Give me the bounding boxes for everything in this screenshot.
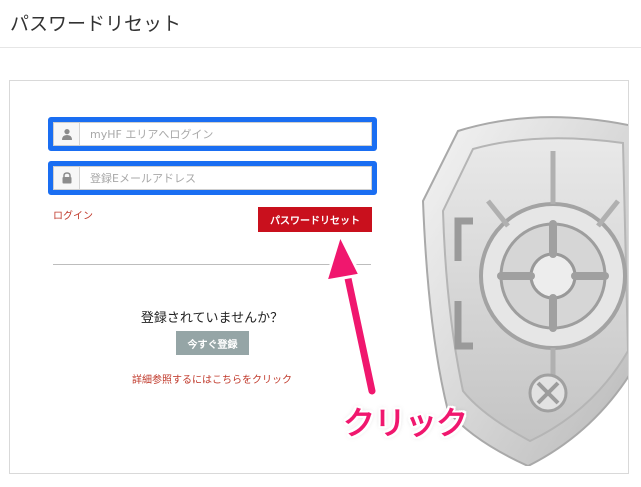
click-annotation-label: クリック bbox=[343, 404, 468, 442]
login-link[interactable]: ログイン bbox=[53, 207, 93, 222]
page-title: パスワードリセット bbox=[10, 13, 182, 35]
reset-panel: ログイン パスワードリセット 登録されていませんか？ 今すぐ登録 詳細参照するに… bbox=[9, 80, 629, 474]
password-reset-button[interactable]: パスワードリセット bbox=[258, 207, 372, 232]
email-field bbox=[53, 166, 372, 190]
email-input[interactable] bbox=[80, 167, 371, 189]
register-now-button[interactable]: 今すぐ登録 bbox=[176, 331, 249, 355]
username-field-highlight bbox=[48, 117, 377, 151]
email-field-highlight bbox=[48, 161, 377, 195]
user-icon bbox=[54, 123, 80, 145]
username-field bbox=[53, 122, 372, 146]
username-input[interactable] bbox=[80, 123, 371, 145]
lock-icon bbox=[54, 167, 80, 189]
page-header: パスワードリセット bbox=[0, 0, 641, 48]
annotation-arrow-icon bbox=[324, 233, 378, 397]
